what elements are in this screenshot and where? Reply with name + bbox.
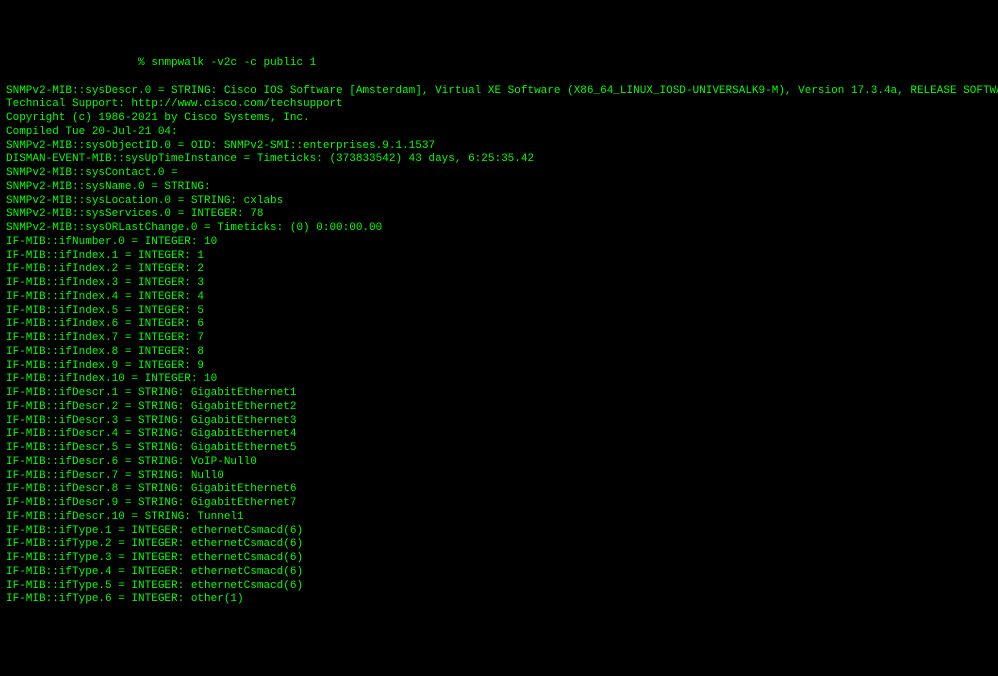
output-line: Compiled Tue 20-Jul-21 04: [6,126,992,140]
output-line: IF-MIB::ifIndex.3 = INTEGER: 3 [6,277,992,291]
output-line: Technical Support: http://www.cisco.com/… [6,98,992,112]
output-line: IF-MIB::ifIndex.5 = INTEGER: 5 [6,305,992,319]
output-line: IF-MIB::ifType.5 = INTEGER: ethernetCsma… [6,580,992,594]
output-line: IF-MIB::ifType.4 = INTEGER: ethernetCsma… [6,566,992,580]
output-line: SNMPv2-MIB::sysContact.0 = [6,167,992,181]
output-line: IF-MIB::ifIndex.4 = INTEGER: 4 [6,291,992,305]
output-line: IF-MIB::ifIndex.9 = INTEGER: 9 [6,360,992,374]
command-prompt-line[interactable]: % snmpwalk -v2c -c public 1 [6,57,992,71]
output-line: IF-MIB::ifDescr.3 = STRING: GigabitEther… [6,415,992,429]
output-line: Copyright (c) 1986-2021 by Cisco Systems… [6,112,992,126]
output-line: SNMPv2-MIB::sysName.0 = STRING: [6,181,992,195]
output-line: IF-MIB::ifDescr.4 = STRING: GigabitEther… [6,428,992,442]
output-line: IF-MIB::ifType.2 = INTEGER: ethernetCsma… [6,538,992,552]
output-line: IF-MIB::ifType.3 = INTEGER: ethernetCsma… [6,552,992,566]
output-line: IF-MIB::ifDescr.1 = STRING: GigabitEther… [6,387,992,401]
prompt-prefix [6,57,138,69]
output-line: IF-MIB::ifNumber.0 = INTEGER: 10 [6,236,992,250]
output-line: IF-MIB::ifIndex.10 = INTEGER: 10 [6,373,992,387]
output-line: IF-MIB::ifIndex.6 = INTEGER: 6 [6,318,992,332]
output-line: IF-MIB::ifDescr.5 = STRING: GigabitEther… [6,442,992,456]
output-line: IF-MIB::ifIndex.1 = INTEGER: 1 [6,250,992,264]
output-line: SNMPv2-MIB::sysORLastChange.0 = Timetick… [6,222,992,236]
output-line: SNMPv2-MIB::sysDescr.0 = STRING: Cisco I… [6,85,992,99]
output-line: IF-MIB::ifDescr.6 = STRING: VoIP-Null0 [6,456,992,470]
output-line: SNMPv2-MIB::sysServices.0 = INTEGER: 78 [6,208,992,222]
output-line: IF-MIB::ifDescr.9 = STRING: GigabitEther… [6,497,992,511]
output-line: IF-MIB::ifDescr.2 = STRING: GigabitEther… [6,401,992,415]
output-line: IF-MIB::ifIndex.7 = INTEGER: 7 [6,332,992,346]
output-line: IF-MIB::ifIndex.8 = INTEGER: 8 [6,346,992,360]
output-line: IF-MIB::ifDescr.8 = STRING: GigabitEther… [6,483,992,497]
output-line: SNMPv2-MIB::sysLocation.0 = STRING: cxla… [6,195,992,209]
output-line: DISMAN-EVENT-MIB::sysUpTimeInstance = Ti… [6,153,992,167]
output-line: IF-MIB::ifIndex.2 = INTEGER: 2 [6,263,992,277]
output-line: IF-MIB::ifType.6 = INTEGER: other(1) [6,593,992,607]
command-text: snmpwalk -v2c -c public 1 [151,57,316,69]
prompt-symbol: % [138,57,145,69]
output-line: IF-MIB::ifDescr.7 = STRING: Null0 [6,470,992,484]
output-line: SNMPv2-MIB::sysObjectID.0 = OID: SNMPv2-… [6,140,992,154]
terminal-output: SNMPv2-MIB::sysDescr.0 = STRING: Cisco I… [6,85,992,608]
output-line: IF-MIB::ifType.1 = INTEGER: ethernetCsma… [6,525,992,539]
